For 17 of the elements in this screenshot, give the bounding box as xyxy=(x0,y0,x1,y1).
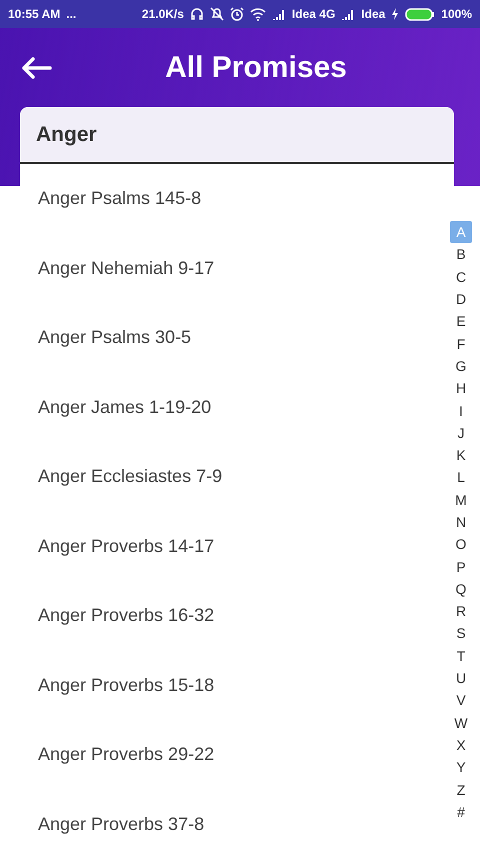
section-title: Anger xyxy=(36,122,97,146)
alarm-icon xyxy=(230,7,244,21)
notification-dots: ... xyxy=(66,7,76,21)
screen-title: All Promises xyxy=(164,50,348,84)
signal-icon xyxy=(341,8,356,20)
battery-icon xyxy=(405,8,436,20)
muted-bell-icon xyxy=(210,7,224,21)
network-speed: 21.0K/s xyxy=(142,7,184,21)
wifi-icon xyxy=(250,8,266,20)
headset-icon xyxy=(190,7,204,21)
carrier-name: Idea 4G xyxy=(292,7,336,21)
clock: 10:55 AM xyxy=(8,7,60,21)
back-arrow-icon[interactable] xyxy=(20,56,52,80)
carrier-name: Idea xyxy=(361,7,386,21)
signal-icon xyxy=(272,8,286,20)
charging-icon xyxy=(391,8,400,20)
battery-percent: 100% xyxy=(441,7,472,21)
